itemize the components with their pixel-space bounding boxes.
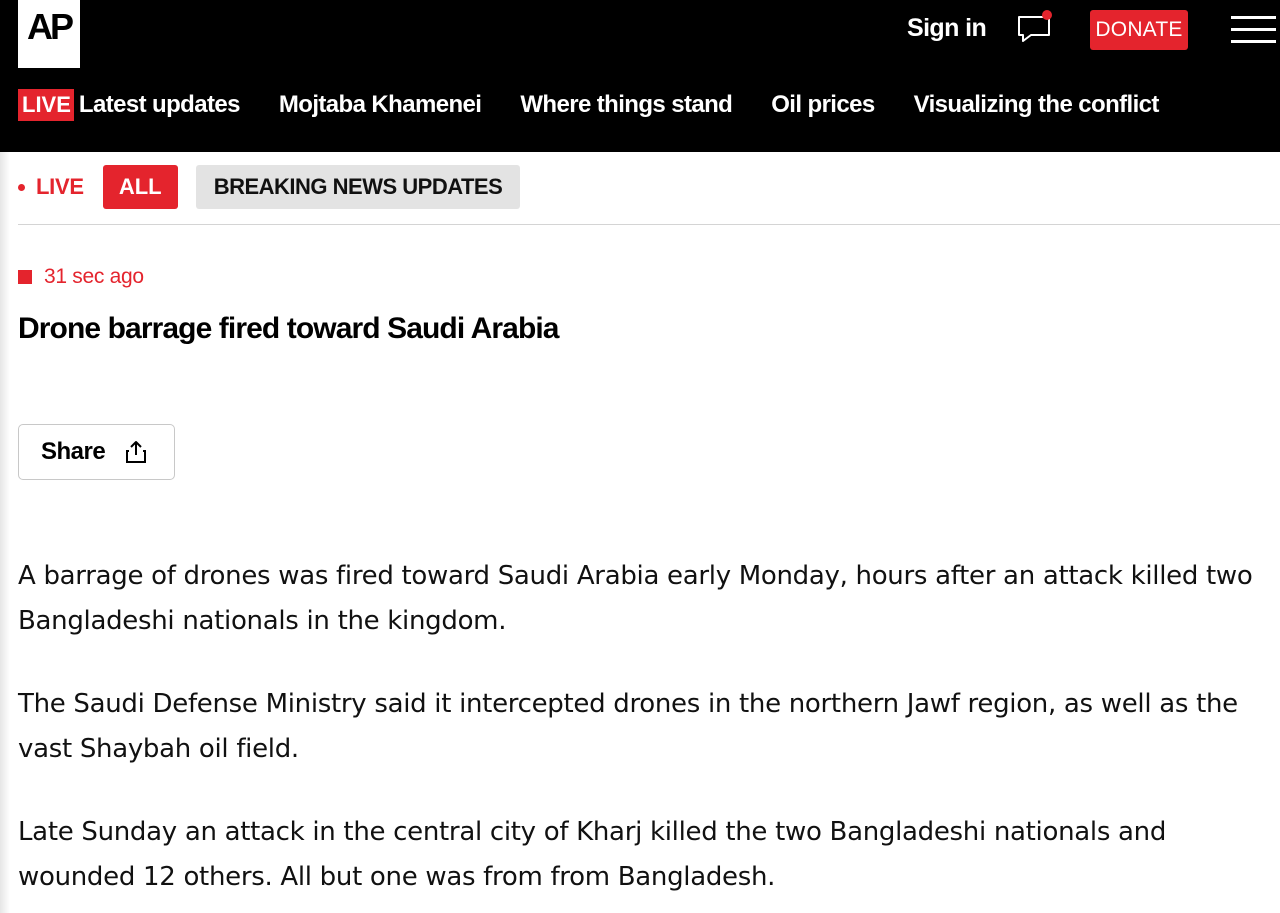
sign-in-link[interactable]: Sign in [907, 14, 987, 43]
post-paragraph: A barrage of drones was fired toward Sau… [18, 561, 1253, 636]
filter-breaking-news-button[interactable]: BREAKING NEWS UPDATES [195, 165, 521, 209]
share-label: Share [41, 438, 106, 465]
share-icon [125, 440, 147, 464]
nav-item-oil-prices[interactable]: Oil prices [771, 91, 875, 119]
ap-logo[interactable]: AP [18, 0, 80, 68]
post-paragraph: Late Sunday an attack in the central cit… [18, 817, 1167, 892]
nav-item-mojtaba-khamenei[interactable]: Mojtaba Khamenei [279, 91, 482, 119]
timestamp-text: 31 sec ago [44, 265, 144, 288]
post-paragraph: The Saudi Defense Ministry said it inter… [18, 689, 1238, 764]
live-indicator-label: LIVE [36, 174, 84, 199]
filter-all-button[interactable]: ALL [102, 165, 178, 209]
page-edge-shadow [0, 152, 10, 913]
comments-icon[interactable] [1016, 10, 1056, 44]
share-button[interactable]: Share [18, 424, 175, 480]
live-badge: LIVE [18, 89, 74, 121]
nav-item-latest-updates[interactable]: LIVE Latest updates [18, 89, 240, 121]
timestamp-square-icon [18, 270, 32, 284]
nav-item-visualizing-the-conflict[interactable]: Visualizing the conflict [914, 91, 1160, 119]
donate-button[interactable]: DONATE [1090, 10, 1188, 50]
live-dot-icon [18, 183, 25, 191]
hamburger-menu-icon[interactable] [1231, 16, 1276, 44]
topic-nav: LIVE Latest updates Mojtaba Khamenei Whe… [18, 88, 1198, 122]
live-filter-bar: LIVE ALL BREAKING NEWS UPDATES [18, 165, 521, 209]
live-indicator: LIVE [18, 174, 84, 200]
divider [18, 224, 1280, 225]
post-timestamp: 31 sec ago [18, 264, 144, 290]
post-headline: Drone barrage fired toward Saudi Arabia [18, 312, 559, 345]
nav-item-where-things-stand[interactable]: Where things stand [520, 91, 732, 119]
nav-item-label: Latest updates [78, 91, 241, 118]
site-header: AP Sign in DONATE LIVE Latest updates Mo… [0, 0, 1280, 152]
